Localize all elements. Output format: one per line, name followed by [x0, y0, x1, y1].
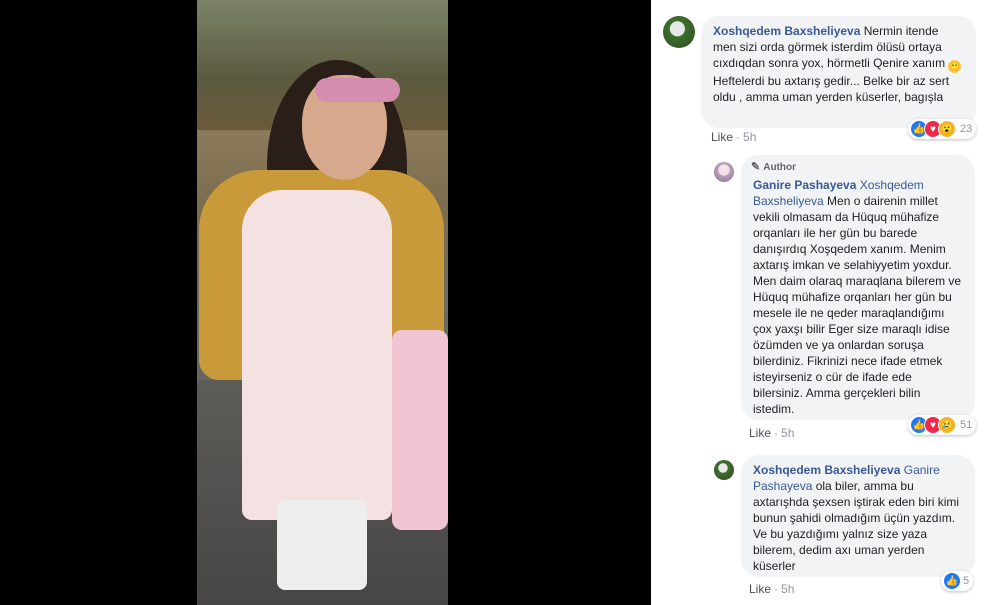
reactions-summary[interactable]: 👍 ♥ 😮 23 — [908, 119, 977, 139]
photo-side-child — [392, 330, 448, 530]
avatar[interactable] — [663, 16, 695, 48]
like-reaction-icon: 👍 — [943, 572, 961, 590]
avatar[interactable] — [714, 460, 734, 480]
reactions-summary[interactable]: 👍 ♥ 😢 51 — [908, 415, 977, 435]
like-link[interactable]: Like — [749, 426, 771, 440]
sad-reaction-icon: 😢 — [938, 416, 956, 434]
author-badge: ✎ Author — [751, 160, 796, 173]
commenter-name[interactable]: Ganire Pashayeva — [753, 178, 856, 192]
comment-text: ola biler, amma bu axtarışhda şexsen işt… — [753, 479, 960, 573]
comments-panel: Xoshqedem Baxsheliyeva Nermin itende men… — [651, 0, 1000, 605]
reaction-count: 23 — [960, 123, 973, 135]
photo-flower-crown — [315, 78, 400, 102]
photo-subject-legs — [277, 500, 367, 590]
comment-actions: Like · 5h — [749, 426, 795, 440]
photo-viewer — [0, 0, 651, 605]
pencil-icon: ✎ — [751, 161, 761, 173]
comment-bubble: Xoshqedem Baxsheliyeva Nermin itende men… — [701, 16, 976, 128]
author-badge-label: Author — [763, 162, 796, 173]
comment-text-continued: Heftelerdi bu axtarış gedir... Belke bir… — [713, 74, 950, 104]
avatar[interactable] — [714, 162, 734, 182]
comment-bubble: Ganire Pashayeva Xoshqedem Baxsheliyeva … — [741, 155, 975, 420]
comment-text: Men o dairenin millet vekili olmasam da … — [753, 194, 962, 416]
comment-actions: Like · 5h — [711, 130, 757, 144]
commenter-name[interactable]: Xoshqedem Baxsheliyeva — [713, 24, 860, 38]
commenter-name[interactable]: Xoshqedem Baxsheliyeva — [753, 463, 900, 477]
post-photo[interactable] — [197, 0, 448, 605]
like-link[interactable]: Like — [711, 130, 733, 144]
reactions-summary[interactable]: 👍 5 — [941, 571, 974, 591]
photo-subject-dress — [242, 190, 392, 520]
timestamp[interactable]: 5h — [781, 582, 794, 596]
reaction-count: 5 — [963, 575, 970, 587]
no-mouth-emoji-icon: 😶 — [948, 60, 962, 73]
reaction-count: 51 — [960, 419, 973, 431]
timestamp[interactable]: 5h — [743, 130, 756, 144]
wow-reaction-icon: 😮 — [938, 120, 956, 138]
timestamp[interactable]: 5h — [781, 426, 794, 440]
comment-bubble: Xoshqedem Baxsheliyeva Ganire Pashayeva … — [741, 455, 975, 577]
like-link[interactable]: Like — [749, 582, 771, 596]
comment-actions: Like · 5h — [749, 582, 795, 596]
